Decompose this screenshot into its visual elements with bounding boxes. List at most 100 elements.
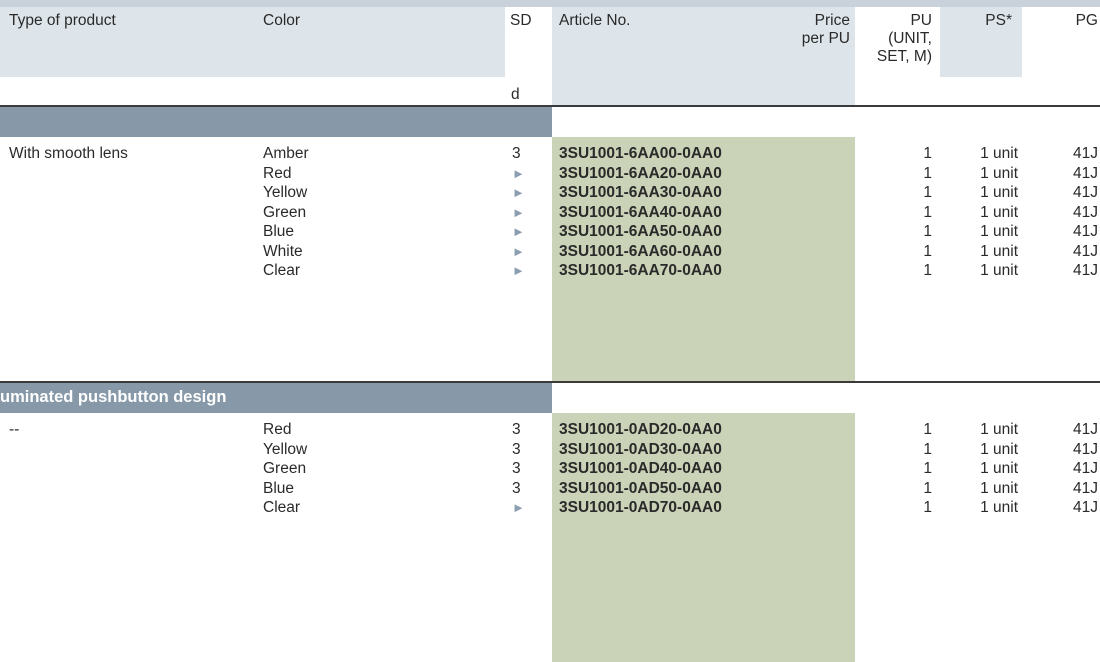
sd-cell: 3 xyxy=(512,460,521,477)
section-title: uminated pushbutton design xyxy=(0,388,227,406)
header-pu-line3: SET, M) xyxy=(876,48,932,65)
sd-cell: 3 xyxy=(512,145,521,162)
pg-cell: 41J xyxy=(1073,242,1098,260)
pg-cell: 41J xyxy=(1073,421,1098,438)
product-type: -- xyxy=(9,421,20,438)
pg-cell: 41J xyxy=(1073,203,1098,221)
pg-cell: 41J xyxy=(1073,145,1098,162)
ps-cell: 1 unit xyxy=(980,421,1018,438)
ps-list: 1 unit 1 unit 1 unit 1 unit 1 unit xyxy=(950,420,1018,518)
article-number: 3SU1001-6AA60-0AA0 xyxy=(559,242,722,260)
pg-cell: 41J xyxy=(1073,499,1098,516)
pu-cell: 1 xyxy=(923,262,932,279)
color-cell: Blue xyxy=(263,223,295,240)
ps-cell: 1 unit xyxy=(980,203,1018,221)
header-price-line2: per PU xyxy=(801,30,850,47)
pu-cell: 1 xyxy=(923,164,932,182)
color-cell: Red xyxy=(263,164,292,182)
header-price: Price per PU xyxy=(760,12,850,48)
header-ps: PS* xyxy=(985,12,1012,29)
article-number: 3SU1001-0AD50-0AA0 xyxy=(559,479,722,497)
ps-list: 1 unit 1 unit 1 unit 1 unit 1 unit 1 uni… xyxy=(950,144,1018,281)
color-cell: Blue xyxy=(263,479,295,497)
article-number: 3SU1001-0AD30-0AA0 xyxy=(559,440,722,458)
ps-cell: 1 unit xyxy=(980,479,1018,497)
sd-cell: ► xyxy=(512,500,525,515)
color-cell: Clear xyxy=(263,262,301,279)
article-number: 3SU1001-6AA40-0AA0 xyxy=(559,203,722,221)
article-number: 3SU1001-0AD20-0AA0 xyxy=(559,421,722,438)
sd-cell: ► xyxy=(512,165,525,181)
sd-cell: ► xyxy=(512,185,525,200)
color-cell: Amber xyxy=(263,145,309,162)
article-number: 3SU1001-6AA30-0AA0 xyxy=(559,184,722,201)
pg-cell: 41J xyxy=(1073,184,1098,201)
color-list: Amber Red Yellow Green Blue White Clear xyxy=(263,144,309,281)
header-type-of-product: Type of product xyxy=(9,12,116,29)
sd-cell: ► xyxy=(512,224,525,239)
ps-cell: 1 unit xyxy=(980,242,1018,260)
color-cell: Red xyxy=(263,421,292,438)
pu-cell: 1 xyxy=(923,440,932,458)
header-pu: PU (UNIT, SET, M) xyxy=(855,12,932,66)
pg-cell: 41J xyxy=(1073,164,1098,182)
pu-cell: 1 xyxy=(923,223,932,240)
pu-cell: 1 xyxy=(923,460,932,477)
header-pu-line2: (UNIT, xyxy=(888,30,932,47)
pg-cell: 41J xyxy=(1073,460,1098,477)
article-number: 3SU1001-6AA00-0AA0 xyxy=(559,145,722,162)
pg-cell: 41J xyxy=(1073,262,1098,279)
header-pg: PG xyxy=(1075,12,1098,29)
pg-cell: 41J xyxy=(1073,440,1098,458)
sd-cell: ► xyxy=(512,263,525,278)
pu-cell: 1 xyxy=(923,499,932,516)
sd-list: 3 3 3 3 ► xyxy=(512,420,525,518)
ps-cell: 1 unit xyxy=(980,164,1018,182)
color-cell: Yellow xyxy=(263,440,308,458)
pu-cell: 1 xyxy=(923,421,932,438)
article-list: 3SU1001-0AD20-0AA0 3SU1001-0AD30-0AA0 3S… xyxy=(559,420,722,518)
color-cell: White xyxy=(263,242,303,260)
header-color: Color xyxy=(263,12,301,29)
ps-cell: 1 unit xyxy=(980,184,1018,201)
color-cell: Yellow xyxy=(263,184,308,201)
top-border xyxy=(0,0,1100,7)
ps-cell: 1 unit xyxy=(980,499,1018,516)
ps-cell: 1 unit xyxy=(980,440,1018,458)
article-number: 3SU1001-0AD70-0AA0 xyxy=(559,499,722,516)
color-list: Red Yellow Green Blue Clear xyxy=(263,420,307,518)
sd-list: 3 ► ► ► ► ► ► xyxy=(512,144,525,281)
section-header-bar: uminated pushbutton design xyxy=(0,383,552,413)
color-cell: Clear xyxy=(263,499,301,516)
sd-cell: ► xyxy=(512,243,525,259)
pg-list: 41J 41J 41J 41J 41J xyxy=(1040,420,1098,518)
color-cell: Green xyxy=(263,203,307,221)
pu-list: 1 1 1 1 1 1 1 xyxy=(900,144,932,281)
ps-cell: 1 unit xyxy=(980,145,1018,162)
article-number: 3SU1001-6AA70-0AA0 xyxy=(559,262,722,279)
pu-cell: 1 xyxy=(923,479,932,497)
header-price-line1: Price xyxy=(814,12,850,29)
pg-cell: 41J xyxy=(1073,223,1098,240)
header-sd-unit: d xyxy=(511,86,520,103)
pu-cell: 1 xyxy=(923,203,932,221)
pg-list: 41J 41J 41J 41J 41J 41J 41J xyxy=(1040,144,1098,281)
sd-cell: ► xyxy=(512,204,525,220)
article-list: 3SU1001-6AA00-0AA0 3SU1001-6AA20-0AA0 3S… xyxy=(559,144,722,281)
product-type: With smooth lens xyxy=(9,145,128,162)
header-pu-line1: PU xyxy=(910,12,932,29)
sd-cell: 3 xyxy=(512,421,521,438)
sd-cell: 3 xyxy=(512,440,521,458)
article-number: 3SU1001-0AD40-0AA0 xyxy=(559,460,722,477)
article-number: 3SU1001-6AA20-0AA0 xyxy=(559,164,722,182)
header-sd: SD xyxy=(510,12,532,29)
ps-cell: 1 unit xyxy=(980,223,1018,240)
ps-cell: 1 unit xyxy=(980,262,1018,279)
color-cell: Green xyxy=(263,460,307,477)
pu-cell: 1 xyxy=(923,242,932,260)
pu-cell: 1 xyxy=(923,184,932,201)
sd-cell: 3 xyxy=(512,479,521,497)
pu-list: 1 1 1 1 1 xyxy=(900,420,932,518)
header-article-no: Article No. xyxy=(559,12,631,29)
ps-cell: 1 unit xyxy=(980,460,1018,477)
